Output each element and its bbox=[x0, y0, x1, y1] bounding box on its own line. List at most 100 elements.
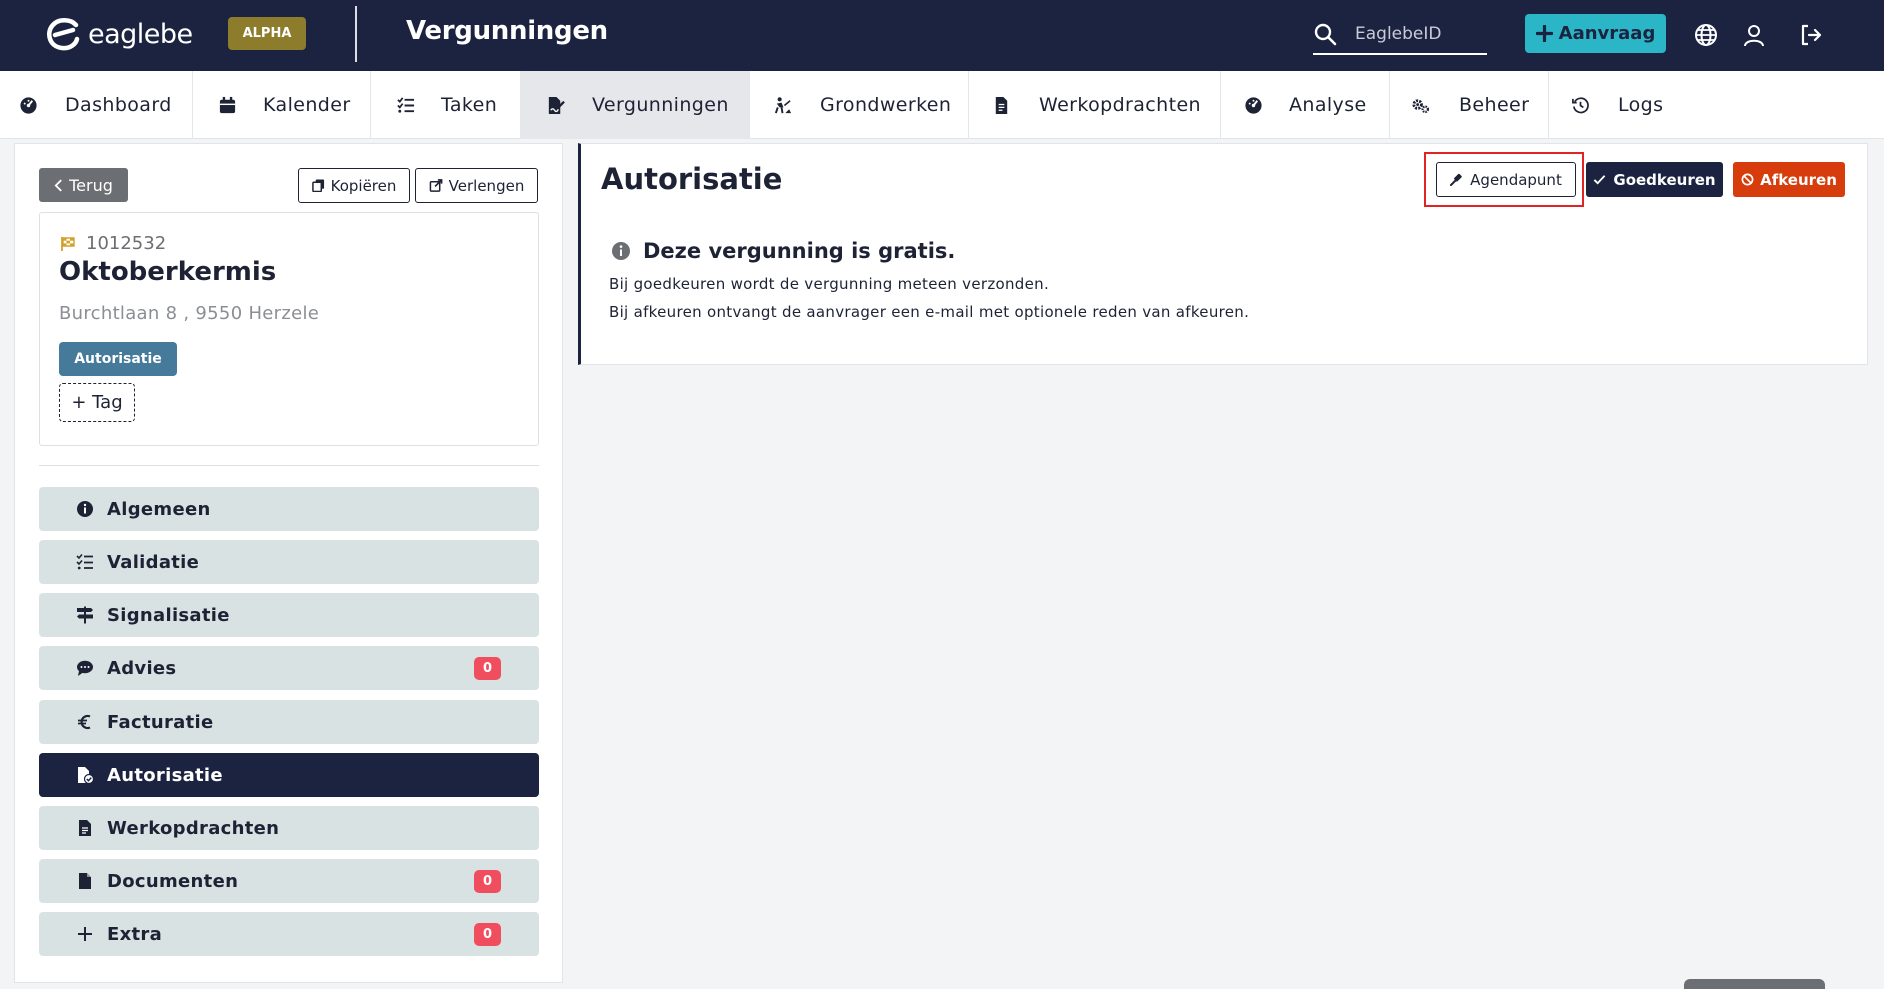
extend-label: Verlengen bbox=[448, 176, 525, 195]
header-divider bbox=[355, 6, 357, 62]
new-request-label: Aanvraag bbox=[1558, 23, 1656, 44]
advies-count-badge: 0 bbox=[474, 656, 501, 680]
tab-taken[interactable]: Taken bbox=[371, 71, 521, 139]
info-circle-icon bbox=[612, 242, 630, 260]
gavel-icon bbox=[1450, 173, 1462, 186]
gears-icon bbox=[1410, 95, 1430, 115]
app-logo[interactable]: eaglebe bbox=[46, 16, 193, 52]
menu-item-documenten[interactable]: Documenten 0 bbox=[39, 859, 539, 903]
share-icon bbox=[429, 179, 443, 192]
documenten-count-badge: 0 bbox=[474, 869, 501, 893]
copy-icon bbox=[311, 179, 324, 192]
task-list-icon bbox=[395, 95, 415, 115]
tab-label: Grondwerken bbox=[820, 94, 952, 116]
permit-address: Burchtlaan 8 , 9550 Herzele bbox=[59, 303, 320, 324]
tab-werkopdrachten[interactable]: Werkopdrachten bbox=[969, 71, 1221, 139]
flag-checkered-icon bbox=[61, 236, 75, 251]
menu-label: Signalisatie bbox=[107, 604, 230, 626]
euro-icon bbox=[75, 712, 95, 732]
notice-title: Deze vergunning is gratis. bbox=[643, 239, 956, 263]
search-input[interactable] bbox=[1355, 24, 1485, 44]
file-icon bbox=[75, 871, 95, 891]
document-icon bbox=[75, 818, 95, 838]
page-title: Vergunningen bbox=[406, 16, 608, 46]
user-icon[interactable] bbox=[1741, 22, 1767, 48]
extend-button[interactable]: Verlengen bbox=[415, 168, 538, 203]
calendar-icon bbox=[217, 95, 237, 115]
back-label: Terug bbox=[69, 175, 113, 195]
check-icon bbox=[1594, 175, 1606, 185]
add-tag-button[interactable]: + Tag bbox=[59, 383, 135, 422]
menu-label: Extra bbox=[107, 923, 163, 945]
search-icon[interactable] bbox=[1313, 22, 1337, 46]
menu-item-facturatie[interactable]: Facturatie bbox=[39, 700, 539, 744]
logout-icon[interactable] bbox=[1798, 22, 1824, 48]
menu-label: Algemeen bbox=[107, 498, 211, 520]
plus-icon bbox=[1535, 25, 1553, 42]
reject-button[interactable]: Afkeuren bbox=[1733, 162, 1845, 197]
menu-label: Validatie bbox=[107, 551, 200, 573]
tab-grondwerken[interactable]: Grondwerken bbox=[750, 71, 969, 139]
tab-beheer[interactable]: Beheer bbox=[1390, 71, 1549, 139]
info-circle-icon bbox=[75, 499, 95, 519]
ban-icon bbox=[1741, 173, 1754, 186]
tab-label: Kalender bbox=[263, 94, 351, 116]
menu-label: Advies bbox=[107, 657, 177, 679]
reject-label: Afkeuren bbox=[1760, 170, 1837, 189]
tab-label: Analyse bbox=[1289, 94, 1367, 116]
digging-icon bbox=[772, 95, 792, 115]
file-signature-icon bbox=[545, 95, 565, 115]
permit-name: Oktoberkermis bbox=[59, 257, 277, 287]
tab-logs[interactable]: Logs bbox=[1549, 71, 1684, 139]
permit-id-row: 1012532 bbox=[60, 233, 166, 254]
menu-item-advies[interactable]: Advies 0 bbox=[39, 646, 539, 690]
menu-label: Documenten bbox=[107, 870, 239, 892]
notice-line-approve: Bij goedkeuren wordt de vergunning metee… bbox=[609, 275, 1050, 293]
tab-label: Logs bbox=[1618, 94, 1664, 116]
extra-count-badge: 0 bbox=[474, 922, 501, 946]
chevron-left-icon bbox=[54, 178, 62, 192]
permit-info-card: 1012532 Oktoberkermis Burchtlaan 8 , 955… bbox=[39, 212, 539, 446]
checklist-icon bbox=[75, 552, 95, 572]
scroll-handle[interactable] bbox=[1684, 979, 1825, 989]
tab-dashboard[interactable]: Dashboard bbox=[0, 71, 193, 139]
tab-kalender[interactable]: Kalender bbox=[193, 71, 371, 139]
menu-item-signalisatie[interactable]: Signalisatie bbox=[39, 593, 539, 637]
gauge-icon bbox=[18, 95, 38, 115]
globe-icon[interactable] bbox=[1693, 22, 1719, 48]
main-nav: Dashboard Kalender Taken Vergunningen Gr… bbox=[0, 71, 1884, 139]
menu-item-extra[interactable]: Extra 0 bbox=[39, 912, 539, 956]
tab-label: Beheer bbox=[1459, 94, 1530, 116]
permit-id: 1012532 bbox=[86, 233, 167, 254]
menu-label: Werkopdrachten bbox=[107, 817, 280, 839]
permit-sidebar: Terug Kopiëren Verlengen 1012532 Oktober… bbox=[14, 143, 563, 983]
approve-label: Goedkeuren bbox=[1613, 170, 1716, 189]
new-request-button[interactable]: Aanvraag bbox=[1525, 14, 1666, 53]
tab-analyse[interactable]: Analyse bbox=[1221, 71, 1390, 139]
agenda-item-button[interactable]: Agendapunt bbox=[1436, 162, 1576, 197]
history-icon bbox=[1570, 95, 1590, 115]
agenda-label: Agendapunt bbox=[1470, 170, 1562, 189]
top-bar: eaglebe ALPHA Vergunningen Aanvraag bbox=[0, 0, 1884, 71]
gauge-icon bbox=[1243, 95, 1263, 115]
divider bbox=[39, 465, 539, 466]
menu-item-werkopdrachten[interactable]: Werkopdrachten bbox=[39, 806, 539, 850]
tab-label: Werkopdrachten bbox=[1039, 94, 1201, 116]
menu-label: Facturatie bbox=[107, 711, 214, 733]
menu-item-autorisatie[interactable]: Autorisatie bbox=[39, 753, 539, 797]
menu-item-algemeen[interactable]: Algemeen bbox=[39, 487, 539, 531]
back-button[interactable]: Terug bbox=[39, 168, 128, 202]
status-tag[interactable]: Autorisatie bbox=[59, 342, 177, 376]
copy-label: Kopiëren bbox=[330, 176, 397, 195]
copy-button[interactable]: Kopiëren bbox=[298, 168, 410, 203]
tab-label: Taken bbox=[441, 94, 498, 116]
plus-icon bbox=[75, 924, 95, 944]
notice-line-reject: Bij afkeuren ontvangt de aanvrager een e… bbox=[609, 303, 1250, 321]
tab-label: Dashboard bbox=[65, 94, 172, 116]
approve-button[interactable]: Goedkeuren bbox=[1586, 162, 1723, 197]
tab-vergunningen[interactable]: Vergunningen bbox=[521, 71, 750, 139]
menu-item-validatie[interactable]: Validatie bbox=[39, 540, 539, 584]
logo-text: eaglebe bbox=[88, 18, 193, 50]
notice-header: Deze vergunning is gratis. bbox=[611, 239, 955, 263]
alpha-badge: ALPHA bbox=[228, 17, 306, 50]
